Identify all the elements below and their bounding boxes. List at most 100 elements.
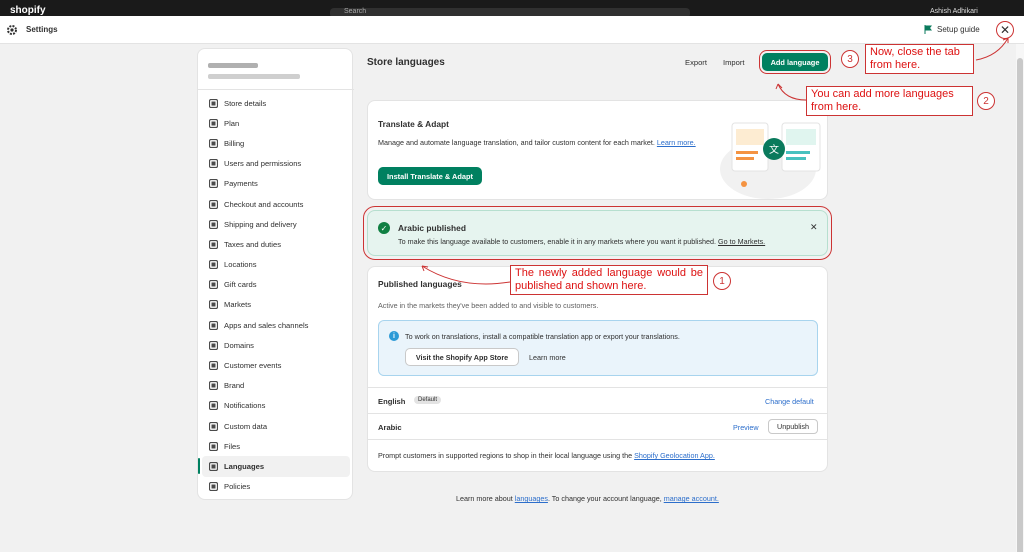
user-icon: [208, 159, 218, 169]
taxes-icon: [208, 239, 218, 249]
sidebar-item-policies[interactable]: Policies: [198, 477, 354, 497]
arabic-published-banner: ✓ Arabic published To make this language…: [363, 206, 832, 260]
check-icon: ✓: [378, 222, 390, 234]
sidebar-item-label: Brand: [224, 381, 245, 391]
sidebar-item-payments[interactable]: Payments: [198, 174, 354, 194]
banner-title: Arabic published: [398, 223, 466, 233]
language-row-arabic: Arabic Preview Unpublish: [368, 413, 827, 439]
user-name[interactable]: Ashish Adhikari: [930, 8, 978, 15]
brand-icon: [208, 381, 218, 391]
settings-sidebar: Store details Plan Billing Users and permis…: [197, 48, 354, 500]
sidebar-item-label: Shipping and delivery: [224, 219, 297, 229]
prompt-text: Prompt customers in supported regions to…: [378, 451, 633, 460]
scrollbar-thumb[interactable]: [1017, 58, 1023, 552]
checkout-icon: [208, 199, 218, 209]
sidebar-item-label: Markets: [224, 300, 252, 310]
geolocation-prompt-row: Prompt customers in supported regions to…: [368, 439, 827, 471]
sidebar-item-domains[interactable]: Domains: [198, 335, 354, 355]
page-scrollbar[interactable]: [1016, 44, 1024, 552]
translate-learn-more-link[interactable]: Learn more.: [657, 138, 696, 147]
info-text: To work on translations, install a compa…: [405, 332, 680, 341]
policies-icon: [208, 482, 218, 492]
admin-topbar: shopify Search Ashish Adhikari: [0, 0, 1024, 16]
import-button[interactable]: Import: [723, 58, 745, 67]
sidebar-item-label: Taxes and duties: [224, 239, 281, 249]
bell-icon: [208, 401, 218, 411]
sidebar-item-brand[interactable]: Brand: [198, 376, 354, 396]
sidebar-item-files[interactable]: Files: [198, 436, 354, 456]
sidebar-item-apps-and-sales-channels[interactable]: Apps and sales channels: [198, 315, 354, 335]
language-row-english: English Default Change default: [368, 387, 827, 413]
sidebar-item-label: Checkout and accounts: [224, 199, 304, 209]
change-default-link[interactable]: Change default: [765, 397, 814, 406]
gift-icon: [208, 280, 218, 290]
domains-icon: [208, 340, 218, 350]
sidebar-item-store-details[interactable]: Store details: [198, 93, 354, 113]
manage-account-link[interactable]: manage account.: [664, 494, 719, 503]
add-language-button[interactable]: Add language: [759, 50, 831, 74]
sidebar-item-notifications[interactable]: Notifications: [198, 396, 354, 416]
sidebar-item-languages[interactable]: Languages: [198, 456, 350, 477]
default-badge: Default: [414, 396, 442, 404]
setup-guide-label: Setup guide: [937, 25, 980, 34]
sidebar-item-label: Notifications: [224, 401, 266, 411]
translate-illustration: 文: [720, 122, 821, 199]
store-name-redacted: [208, 63, 258, 68]
language-name: Arabic: [378, 423, 402, 432]
export-button[interactable]: Export: [685, 58, 707, 67]
paperclip-icon: [208, 441, 218, 451]
settings-header: Settings Setup guide ✕: [0, 16, 1024, 44]
data-icon: [208, 421, 218, 431]
sidebar-item-custom-data[interactable]: Custom data: [198, 416, 354, 436]
sidebar-item-customer-events[interactable]: Customer events: [198, 355, 354, 375]
close-settings-button[interactable]: ✕: [996, 21, 1014, 39]
banner-desc-text: To make this language available to custo…: [398, 237, 717, 246]
truck-icon: [208, 219, 218, 229]
unpublish-button[interactable]: Unpublish: [768, 419, 818, 434]
sidebar-item-users-and-permissions[interactable]: Users and permissions: [198, 154, 354, 174]
gear-icon: [7, 25, 17, 35]
sidebar-item-gift-cards[interactable]: Gift cards: [198, 275, 354, 295]
settings-title: Settings: [26, 25, 58, 34]
sidebar-item-label: Policies: [224, 482, 251, 492]
sidebar-item-label: Payments: [224, 179, 258, 189]
sidebar-item-plan[interactable]: Plan: [198, 113, 354, 133]
footer-text-mid: . To change your account language,: [547, 494, 662, 503]
store-url-redacted: [208, 74, 300, 79]
geolocation-app-link[interactable]: Shopify Geolocation App.: [634, 451, 715, 460]
sidebar-item-shipping-and-delivery[interactable]: Shipping and delivery: [198, 214, 354, 234]
sidebar-item-label: Store details: [224, 98, 267, 108]
close-icon: ✕: [999, 23, 1011, 37]
go-to-markets-link[interactable]: Go to Markets.: [718, 237, 765, 246]
footer-text-pre: Learn more about: [456, 494, 513, 503]
search-input[interactable]: Search: [330, 8, 690, 16]
published-subtitle: Active in the markets they've been added…: [378, 301, 599, 310]
dismiss-banner-button[interactable]: ✕: [810, 222, 818, 233]
sidebar-item-label: Customer events: [224, 361, 282, 371]
visit-app-store-button[interactable]: Visit the Shopify App Store: [405, 348, 519, 366]
setup-guide-button[interactable]: Setup guide: [924, 25, 980, 34]
sidebar-item-label: Gift cards: [224, 280, 257, 290]
info-icon: i: [389, 331, 399, 341]
sidebar-item-billing[interactable]: Billing: [198, 133, 354, 153]
translate-description: Manage and automate language translation…: [378, 138, 708, 148]
learn-more-button[interactable]: Learn more: [529, 353, 566, 362]
install-translate-button[interactable]: Install Translate & Adapt: [378, 167, 482, 185]
published-title: Published languages: [378, 279, 462, 289]
geolocation-prompt: Prompt customers in supported regions to…: [378, 451, 715, 460]
sidebar-divider: [198, 89, 354, 90]
sidebar-item-label: Locations: [224, 260, 257, 270]
sidebar-item-markets[interactable]: Markets: [198, 295, 354, 315]
sidebar-item-taxes-and-duties[interactable]: Taxes and duties: [198, 234, 354, 254]
annotation-3: Now, close the tab from here.: [865, 44, 974, 74]
languages-link[interactable]: languages: [515, 494, 548, 503]
payments-icon: [208, 179, 218, 189]
annotation-number-1: 1: [713, 272, 731, 290]
banner-description: To make this language available to custo…: [398, 237, 765, 246]
published-languages-card: Published languages Active in the market…: [367, 266, 828, 472]
preview-link[interactable]: Preview: [733, 423, 759, 432]
sidebar-item-checkout-and-accounts[interactable]: Checkout and accounts: [198, 194, 354, 214]
sidebar-item-label: Domains: [224, 340, 254, 350]
store-icon: [208, 98, 218, 108]
sidebar-item-locations[interactable]: Locations: [198, 255, 354, 275]
